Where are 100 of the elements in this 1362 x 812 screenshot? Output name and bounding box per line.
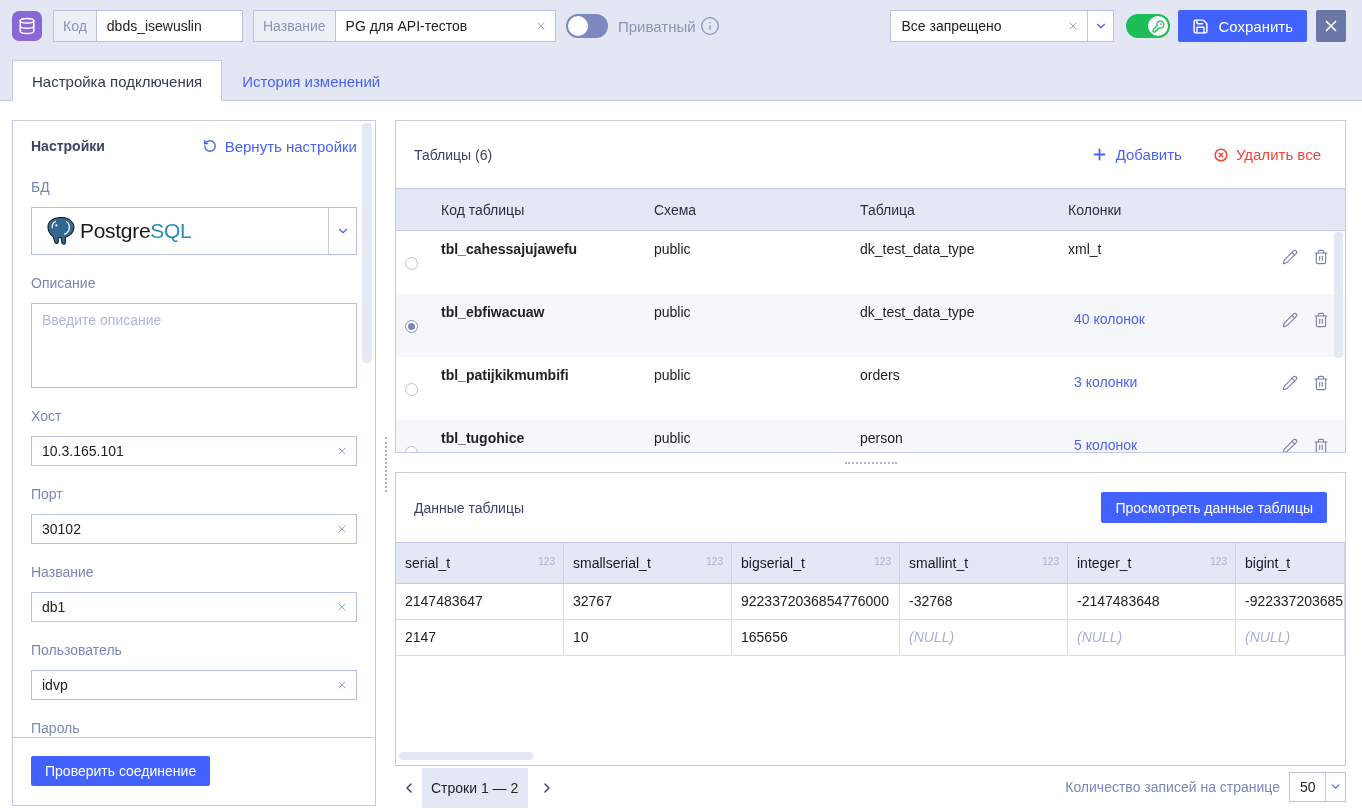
text-input[interactable]: idvp xyxy=(31,670,357,700)
table-cell: 9223372036854776000 xyxy=(732,584,900,620)
tab[interactable]: История изменений xyxy=(222,60,401,101)
trash-icon[interactable] xyxy=(1313,438,1329,452)
field-label: Хост xyxy=(31,407,62,425)
name-input[interactable]: PG для API-тестов xyxy=(334,10,556,42)
radio-button[interactable] xyxy=(405,257,418,270)
table-cell-text: person xyxy=(860,429,903,448)
table-cell-text: tbl_ebfiwacuaw xyxy=(441,303,545,322)
trash-icon[interactable] xyxy=(1313,312,1329,328)
reset-settings-link[interactable]: Вернуть настройки xyxy=(202,137,357,155)
field-label: Порт xyxy=(31,485,63,503)
table-cell: 2147 xyxy=(396,620,564,656)
columns-link[interactable]: 5 колонок xyxy=(1068,431,1144,452)
field-label: БД xyxy=(31,178,50,196)
page-range: Строки 1 — 2 xyxy=(422,768,529,808)
column-type: 123 xyxy=(1042,555,1059,567)
code-input[interactable]: dbds_isewuslin xyxy=(95,10,243,42)
database-icon xyxy=(12,11,42,41)
clear-icon[interactable] xyxy=(336,679,348,691)
database-select[interactable]: PostgreSQL xyxy=(31,207,357,255)
resize-handle[interactable] xyxy=(384,436,387,492)
table-cell-text: public xyxy=(654,303,691,322)
table-cell: 2147483647 xyxy=(396,584,564,620)
scrollbar[interactable] xyxy=(399,752,533,760)
column-header: serial_t xyxy=(405,555,451,571)
table-cell-text: tbl_patijkikmumbifi xyxy=(441,366,569,385)
column-type: 123 xyxy=(538,555,555,567)
scrollbar[interactable] xyxy=(362,123,372,363)
text-input[interactable]: 10.3.165.101 xyxy=(31,436,357,466)
save-button[interactable]: Сохранить xyxy=(1178,10,1307,42)
column-header: integer_t xyxy=(1077,555,1132,571)
logo-text: PostgreSQL xyxy=(80,219,192,243)
save-icon xyxy=(1192,17,1210,35)
toggle-label: Приватный xyxy=(618,17,696,35)
scrollbar[interactable] xyxy=(1334,232,1343,358)
access-select[interactable]: Все запрещено xyxy=(890,10,1115,42)
trash-icon[interactable] xyxy=(1313,249,1329,265)
resize-handle[interactable] xyxy=(844,461,897,464)
column-header: Схема xyxy=(654,201,697,218)
elephant-icon xyxy=(47,217,75,245)
table-cell-text: tbl_tugohice xyxy=(441,429,525,448)
description-field[interactable]: Введите описание xyxy=(31,303,357,388)
circle-x-icon xyxy=(1213,147,1228,162)
panel-title: Настройки xyxy=(31,138,105,154)
column-header: bigint_t xyxy=(1245,555,1291,571)
radio-button[interactable] xyxy=(405,383,418,396)
column-type: 123 xyxy=(706,555,723,567)
panel-title: Данные таблицы xyxy=(414,499,524,516)
field-label: Название xyxy=(31,563,94,581)
table-cell-text: dk_test_data_type xyxy=(860,303,975,322)
delete-all-button[interactable]: Удалить все xyxy=(1213,146,1321,163)
reset-arrow-icon xyxy=(202,139,217,153)
text-input[interactable]: 30102 xyxy=(31,514,357,544)
column-header: smallserial_t xyxy=(573,555,651,571)
clear-icon[interactable] xyxy=(336,523,348,535)
page-size-select[interactable]: 50 xyxy=(1289,771,1346,802)
private-toggle[interactable] xyxy=(566,14,608,38)
field-label: Описание xyxy=(31,274,96,292)
field-prefix: Код xyxy=(53,10,96,42)
check-connection-button[interactable]: Проверить соединение xyxy=(31,756,211,786)
table-cell: (NULL) xyxy=(1068,620,1236,656)
column-header: Колонки xyxy=(1068,201,1122,218)
column-type: 123 xyxy=(874,555,891,567)
columns-link[interactable]: 40 колонок xyxy=(1068,305,1151,333)
table-cell: -2147483648 xyxy=(1068,584,1236,620)
tab[interactable]: Настройка подключения xyxy=(12,60,223,101)
pencil-icon[interactable] xyxy=(1282,312,1298,328)
access-toggle[interactable] xyxy=(1126,14,1171,38)
table-cell: -922337203685 xyxy=(1236,584,1345,620)
table-cell-text: tbl_cahessajujawefu xyxy=(441,240,578,259)
columns-link[interactable]: 3 колонки xyxy=(1068,368,1144,396)
column-type: 123 xyxy=(1210,555,1227,567)
trash-icon[interactable] xyxy=(1313,375,1329,391)
table-cell-text: public xyxy=(654,366,691,385)
pencil-icon[interactable] xyxy=(1282,375,1298,391)
radio-button[interactable] xyxy=(405,320,418,333)
clear-icon[interactable] xyxy=(336,601,348,613)
table-cell-text: xml_t xyxy=(1068,240,1102,259)
pencil-icon[interactable] xyxy=(1282,249,1298,265)
field-label: Пользователь xyxy=(31,641,122,659)
info-icon[interactable] xyxy=(699,16,720,36)
table-cell-text: dk_test_data_type xyxy=(860,240,975,259)
column-header: bigserial_t xyxy=(741,555,805,571)
pencil-icon[interactable] xyxy=(1282,438,1298,452)
column-header: Таблица xyxy=(860,201,915,218)
page-size-label: Количество записей на странице xyxy=(1065,778,1280,795)
field-label: Пароль xyxy=(31,719,80,737)
table-cell: (NULL) xyxy=(1236,620,1345,656)
view-data-button[interactable]: Просмотреть данные таблицы xyxy=(1101,492,1327,523)
table-cell-text: public xyxy=(654,429,691,448)
clear-icon[interactable] xyxy=(535,20,547,32)
close-button[interactable] xyxy=(1316,10,1346,42)
column-header: smallint_t xyxy=(909,555,969,571)
table-cell: 10 xyxy=(564,620,732,656)
table-cell: (NULL) xyxy=(900,620,1068,656)
key-icon xyxy=(1151,19,1165,33)
text-input[interactable]: db1 xyxy=(31,592,357,622)
clear-icon[interactable] xyxy=(336,445,348,457)
add-button[interactable]: Добавить xyxy=(1090,146,1182,163)
